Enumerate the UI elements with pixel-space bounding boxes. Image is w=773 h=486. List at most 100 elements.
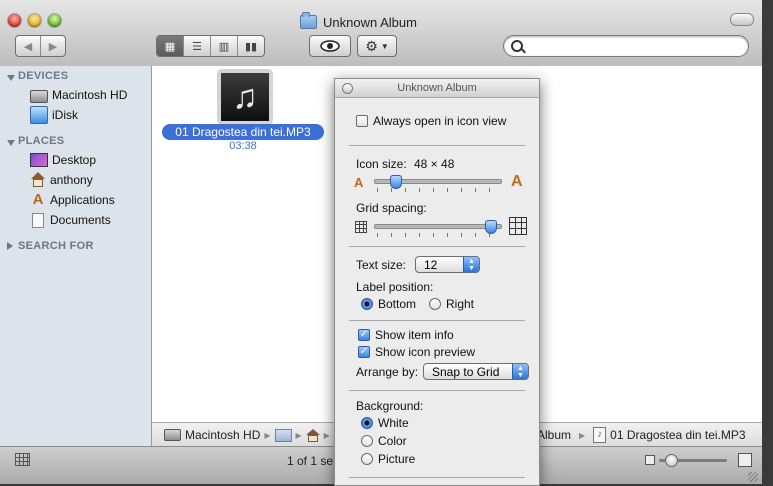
bg-picture-radio[interactable] — [361, 453, 373, 465]
divider — [349, 477, 525, 478]
icon-view-button[interactable]: ▦ — [157, 36, 184, 56]
view-options-panel: Unknown Album Always open in icon view I… — [334, 78, 540, 486]
icon-size-knob[interactable] — [389, 175, 402, 189]
bg-color-radio[interactable] — [361, 435, 373, 447]
sidebar-item-documents[interactable]: Documents — [30, 211, 111, 229]
file-item-thumbnail[interactable]: ♫ — [217, 69, 273, 125]
search-field[interactable] — [503, 35, 749, 57]
large-app-icon: A — [511, 173, 523, 190]
divider — [349, 390, 525, 391]
search-input[interactable] — [526, 38, 740, 55]
hard-drive-icon — [30, 89, 48, 103]
path-tail: Album ▶ ♪ 01 Dragostea din tei.MP3 — [537, 427, 746, 443]
sidebar-item-idisk[interactable]: iDisk — [30, 106, 78, 124]
close-button[interactable] — [8, 14, 21, 27]
sidebar-item-label: Applications — [50, 193, 115, 207]
grid-spacing-track[interactable] — [374, 224, 502, 229]
divider — [349, 145, 525, 146]
sidebar-header-places: PLACES — [18, 135, 65, 147]
arrange-by-label: Arrange by: — [356, 365, 419, 379]
quick-look-button[interactable] — [309, 35, 351, 57]
icon-size-slider-knob[interactable] — [665, 454, 678, 467]
icon-size-value: 48 × 48 — [414, 157, 455, 171]
large-icon-size-icon — [738, 453, 752, 467]
action-menu-button[interactable]: ⚙ ▼ — [357, 35, 397, 57]
forward-arrow-icon: ▶ — [48, 40, 58, 53]
cover-flow-icon: ▮▮ — [244, 40, 258, 53]
sidebar-item-anthony[interactable]: anthony — [30, 171, 93, 189]
sidebar: DEVICES Macintosh HD iDisk PLACES Deskto… — [0, 66, 152, 446]
text-size-popup[interactable]: 12 ▲ ▼ — [415, 256, 480, 273]
wide-grid-icon — [509, 217, 527, 235]
search-for-disclosure-icon[interactable] — [7, 242, 13, 250]
folder-icon — [300, 12, 317, 29]
path-separator-icon: ▶ — [579, 430, 586, 440]
gear-icon: ⚙ — [365, 37, 378, 54]
path-item-file[interactable]: 01 Dragostea din tei.MP3 — [610, 428, 745, 442]
path-item-album[interactable]: Album — [537, 428, 571, 442]
sidebar-item-macintosh-hd[interactable]: Macintosh HD — [30, 86, 127, 104]
chevron-down-icon: ▼ — [380, 41, 389, 51]
desktop-icon — [30, 153, 48, 167]
view-switcher: ▦ ☰ ▥ ▮▮ — [156, 35, 265, 57]
back-forward-control: ◀ ▶ — [15, 35, 66, 57]
arrange-by-popup[interactable]: Snap to Grid ▲ ▼ — [423, 363, 529, 380]
label-right-text: Right — [446, 297, 475, 311]
tight-grid-icon — [355, 221, 367, 233]
music-note-icon: ♫ — [221, 73, 269, 121]
sidebar-item-desktop[interactable]: Desktop — [30, 151, 96, 169]
show-item-info-checkbox[interactable]: ✓ — [358, 329, 370, 341]
bg-white-radio[interactable] — [361, 417, 373, 429]
toolbar-toggle-button[interactable] — [730, 13, 754, 26]
panel-title-bar: Unknown Album — [335, 79, 539, 98]
always-open-label: Always open in icon view — [373, 114, 507, 128]
file-item-name[interactable]: 01 Dragostea din tei.MP3 — [162, 124, 324, 140]
minimize-button[interactable] — [28, 14, 41, 27]
popup-arrows-icon: ▲ ▼ — [512, 364, 528, 379]
home-icon — [30, 172, 46, 188]
always-open-checkbox[interactable] — [356, 115, 368, 127]
path-separator-icon: ▶ — [295, 430, 302, 440]
music-file-icon: ♪ — [593, 427, 607, 443]
column-view-button[interactable]: ▥ — [211, 36, 238, 56]
devices-disclosure-icon[interactable] — [7, 75, 15, 81]
grid-icon[interactable] — [15, 453, 30, 466]
places-disclosure-icon[interactable] — [7, 140, 15, 146]
home-icon[interactable] — [305, 428, 320, 442]
sidebar-item-applications[interactable]: A Applications — [30, 191, 115, 209]
grid-spacing-label: Grid spacing: — [356, 201, 427, 215]
cover-flow-button[interactable]: ▮▮ — [238, 36, 264, 56]
label-right-radio[interactable] — [429, 298, 441, 310]
sidebar-item-label: iDisk — [52, 108, 78, 122]
popup-arrows-icon: ▲ ▼ — [463, 257, 479, 272]
show-icon-preview-checkbox[interactable]: ✓ — [358, 346, 370, 358]
list-view-button[interactable]: ☰ — [184, 36, 211, 56]
divider — [349, 320, 525, 321]
bg-color-text: Color — [378, 434, 407, 448]
path-item-macintosh-hd[interactable]: Macintosh HD — [185, 428, 260, 442]
path-separator-icon: ▶ — [264, 430, 271, 440]
show-item-info-label: Show item info — [375, 328, 454, 342]
resize-grip-icon[interactable] — [748, 472, 758, 482]
eye-icon — [320, 40, 340, 52]
icon-view-icon: ▦ — [164, 40, 176, 53]
bg-picture-text: Picture — [378, 452, 416, 466]
sidebar-header-devices: DEVICES — [18, 70, 69, 82]
icon-size-label: Icon size: — [356, 157, 407, 171]
panel-close-button[interactable] — [342, 83, 353, 94]
forward-button[interactable]: ▶ — [41, 36, 65, 56]
zoom-button[interactable] — [48, 14, 61, 27]
sidebar-item-label: Documents — [50, 213, 111, 227]
file-item-duration: 03:38 — [229, 140, 257, 152]
label-bottom-radio[interactable] — [361, 298, 373, 310]
window-title: Unknown Album — [300, 12, 417, 30]
back-button[interactable]: ◀ — [16, 36, 41, 56]
arrange-by-value: Snap to Grid — [432, 365, 500, 379]
folder-icon[interactable] — [274, 428, 292, 442]
small-app-icon: A — [354, 175, 364, 190]
label-position-label: Label position: — [356, 280, 434, 294]
text-size-value: 12 — [424, 258, 438, 272]
list-view-icon: ☰ — [192, 40, 202, 53]
sidebar-item-label: Macintosh HD — [52, 88, 128, 102]
grid-spacing-knob[interactable] — [484, 220, 497, 234]
